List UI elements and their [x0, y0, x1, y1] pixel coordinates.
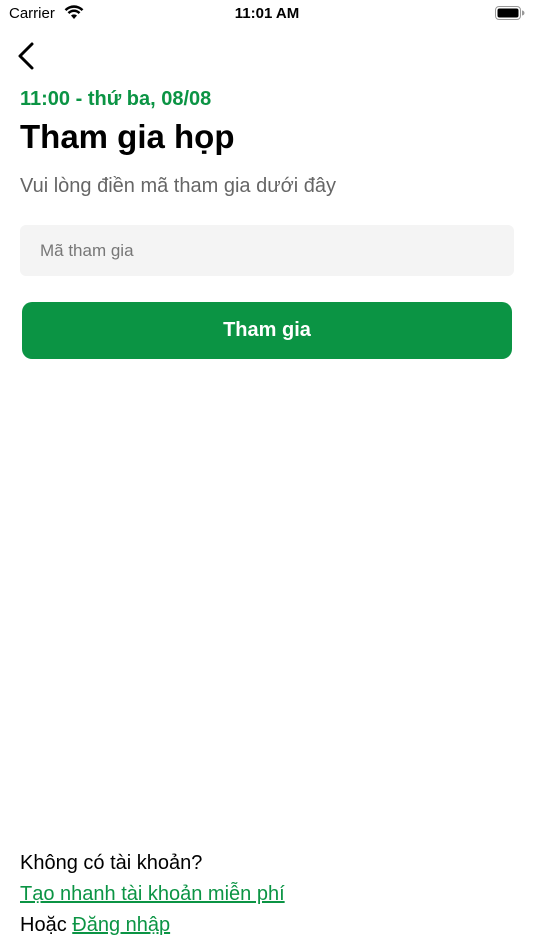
page-title: Tham gia họp — [20, 118, 235, 155]
status-bar: Carrier 11:01 AM — [0, 0, 534, 28]
login-row: Hoặc Đăng nhập — [20, 912, 285, 943]
login-link[interactable]: Đăng nhập — [72, 914, 170, 936]
meeting-datetime: 11:00 - thứ ba, 08/08 — [20, 88, 212, 110]
no-account-text: Không có tài khoản? — [20, 852, 203, 874]
create-account-link[interactable]: Tạo nhanh tài khoản miễn phí — [20, 883, 285, 905]
instruction-text: Vui lòng điền mã tham gia dưới đây — [20, 175, 336, 197]
footer: Không có tài khoản? Tạo nhanh tài khoản … — [20, 850, 285, 943]
meeting-code-input[interactable] — [20, 225, 514, 276]
back-chevron-icon[interactable] — [14, 40, 44, 72]
battery-icon — [495, 6, 525, 25]
clock: 11:01 AM — [234, 5, 300, 22]
join-button[interactable]: Tham gia — [22, 302, 512, 359]
or-text: Hoặc — [20, 914, 73, 936]
